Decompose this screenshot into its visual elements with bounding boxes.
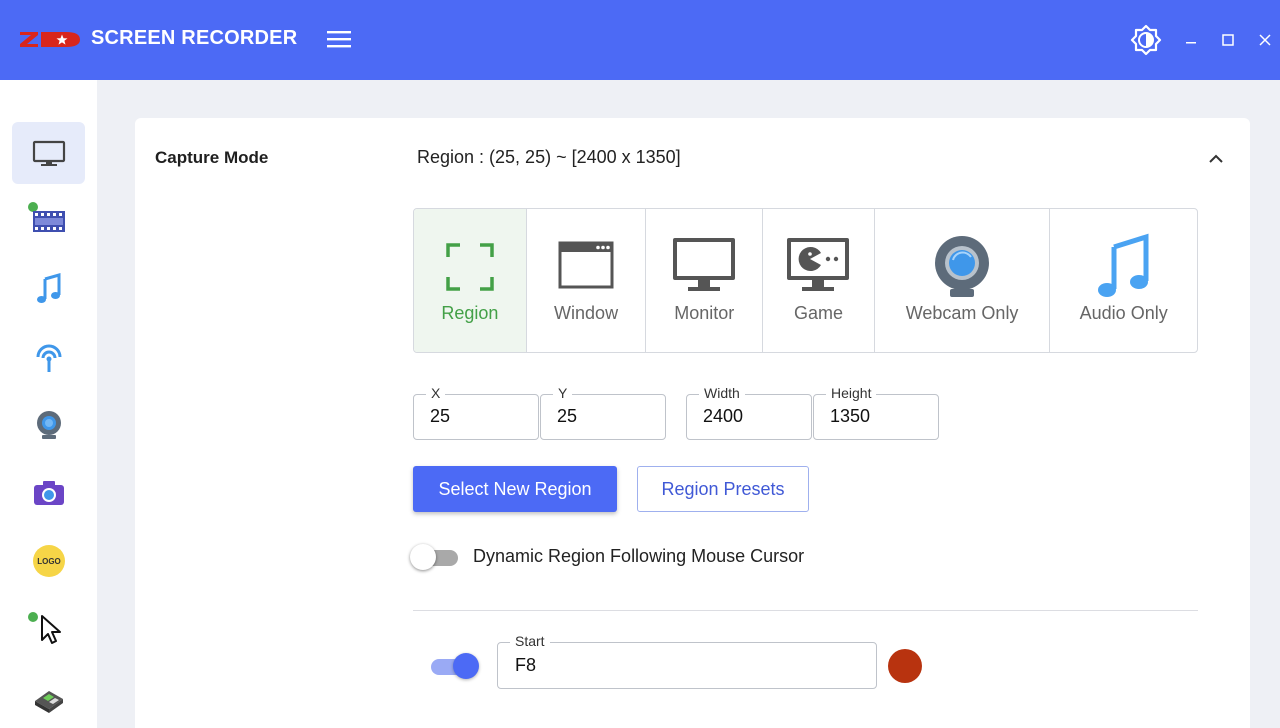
start-hotkey-field: Start xyxy=(497,633,877,689)
mode-game[interactable]: Game xyxy=(763,209,875,352)
mode-label: Region xyxy=(441,303,499,323)
mode-label: Monitor xyxy=(674,303,735,323)
svg-text:LOGO: LOGO xyxy=(37,557,61,566)
section-title: Capture Mode xyxy=(155,148,269,167)
mode-audio-only[interactable]: Audio Only xyxy=(1050,209,1197,352)
height-input[interactable] xyxy=(830,406,920,427)
sidebar-item-cursor[interactable] xyxy=(12,598,85,660)
x-input[interactable] xyxy=(430,406,520,427)
sidebar-item-keystroke[interactable] xyxy=(12,666,85,728)
sidebar-item-webcam[interactable] xyxy=(12,394,85,456)
mode-label: Audio Only xyxy=(1079,303,1168,323)
game-icon xyxy=(787,238,850,291)
capture-mode-selector: Region Window Monitor Game Webcam Only A… xyxy=(413,208,1198,353)
window-icon xyxy=(558,241,614,289)
divider xyxy=(413,610,1198,611)
toggle-knob xyxy=(453,653,479,679)
sidebar-item-video[interactable] xyxy=(12,190,85,252)
mode-window[interactable]: Window xyxy=(527,209,647,352)
sidebar-item-watermark[interactable]: LOGO xyxy=(12,530,85,592)
sidebar-item-broadcast[interactable] xyxy=(12,326,85,388)
brightness-theme-icon[interactable] xyxy=(1130,24,1162,56)
mode-monitor[interactable]: Monitor xyxy=(646,209,764,352)
title-bar: SCREEN RECORDER xyxy=(0,0,1280,80)
y-field: Y xyxy=(540,385,666,440)
film-icon xyxy=(32,211,65,232)
monitor-icon xyxy=(32,140,65,166)
webcam-icon xyxy=(935,236,990,297)
x-field: X xyxy=(413,385,539,440)
start-hotkey-label: Start xyxy=(510,633,550,649)
logo-badge-icon: LOGO xyxy=(32,545,65,577)
sidebar-item-screenshot[interactable] xyxy=(12,462,85,524)
region-icon xyxy=(446,243,494,291)
start-hotkey-input[interactable] xyxy=(515,655,815,676)
region-summary: Region : (25, 25) ~ [2400 x 1350] xyxy=(417,147,681,167)
y-field-label: Y xyxy=(553,385,573,401)
sidebar: LOGO xyxy=(0,80,97,728)
music-note-icon xyxy=(1097,233,1149,297)
maximize-icon[interactable] xyxy=(1215,27,1241,53)
height-field-label: Height xyxy=(826,385,877,401)
app-title: SCREEN RECORDER xyxy=(91,27,298,49)
sidebar-item-screen[interactable] xyxy=(12,122,85,184)
height-field: Height xyxy=(813,385,939,440)
dynamic-region-toggle[interactable] xyxy=(410,544,462,570)
webcam-icon xyxy=(36,411,61,439)
start-hotkey-toggle[interactable] xyxy=(427,653,479,679)
mode-region[interactable]: Region xyxy=(414,209,527,352)
camera-icon xyxy=(33,481,64,505)
mode-label: Webcam Only xyxy=(905,303,1019,323)
keyboard-icon xyxy=(34,691,63,713)
broadcast-icon xyxy=(36,344,61,372)
app-logo-icon xyxy=(20,32,80,47)
sidebar-item-audio[interactable] xyxy=(12,258,85,320)
chevron-up-icon[interactable] xyxy=(1205,148,1227,170)
region-presets-button[interactable]: Region Presets xyxy=(637,466,809,512)
mode-webcam-only[interactable]: Webcam Only xyxy=(875,209,1051,352)
dynamic-region-label: Dynamic Region Following Mouse Cursor xyxy=(473,546,805,566)
width-field-label: Width xyxy=(699,385,745,401)
width-field: Width xyxy=(686,385,812,440)
minimize-icon[interactable] xyxy=(1178,27,1204,53)
close-icon[interactable] xyxy=(1252,27,1278,53)
mode-label: Game xyxy=(793,303,843,323)
monitor-icon xyxy=(673,238,736,291)
music-note-icon xyxy=(36,273,60,303)
hamburger-menu-icon[interactable] xyxy=(327,29,351,49)
mode-label: Window xyxy=(554,303,619,323)
y-input[interactable] xyxy=(557,406,647,427)
toggle-knob xyxy=(410,544,436,570)
x-field-label: X xyxy=(426,385,446,401)
cursor-icon xyxy=(40,615,61,644)
capture-mode-card: Capture Mode Region : (25, 25) ~ [2400 x… xyxy=(135,118,1250,728)
hotkey-color-swatch[interactable] xyxy=(888,649,922,683)
width-input[interactable] xyxy=(703,406,793,427)
select-new-region-button[interactable]: Select New Region xyxy=(413,466,617,512)
